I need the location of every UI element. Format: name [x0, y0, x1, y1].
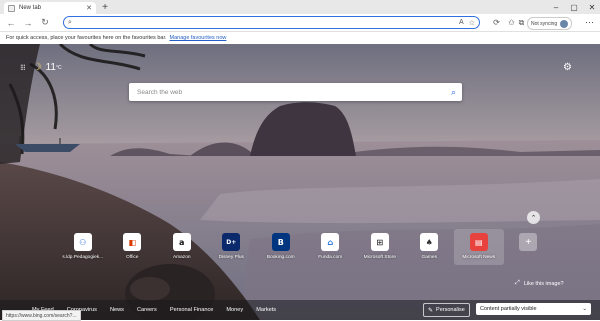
quick-link-label: Microsoft News [462, 255, 496, 260]
quick-link[interactable]: D+ Disney Plus [207, 229, 257, 265]
quick-link[interactable]: ⚇ s.ldp.Pedagogiek... [58, 229, 108, 265]
new-tab-button[interactable]: + [99, 2, 111, 13]
quick-link-label: Amazon [172, 255, 191, 260]
more-menu-icon[interactable]: ⋯ [583, 16, 596, 29]
tab-title: New tab [19, 5, 42, 11]
plus-icon: + [519, 233, 538, 251]
close-icon[interactable]: ✕ [86, 5, 92, 12]
favourites-bar-text: For quick access, place your favourites … [6, 35, 167, 41]
nav-money[interactable]: Money [226, 307, 243, 313]
nav-personal-finance[interactable]: Personal Finance [170, 307, 214, 313]
tab-page-icon [8, 4, 15, 12]
quick-link[interactable]: a Amazon [157, 229, 207, 265]
personalise-label: Personalise [436, 307, 465, 313]
search-input[interactable] [135, 87, 451, 97]
avatar [560, 19, 569, 28]
personalise-button[interactable]: ✎ Personalise [423, 303, 470, 317]
address-bar[interactable]: ⌕ A ☆ [63, 16, 480, 29]
profile-button[interactable]: Not syncing [527, 17, 573, 30]
weather-widget[interactable]: ⁝⁝⁝ ☽ 11 °C [20, 62, 62, 73]
amazon-icon: a [172, 233, 191, 251]
apps-grid-icon[interactable]: ⁝⁝⁝ [20, 63, 26, 72]
content-visibility-dropdown[interactable]: Content partially visible ⌄ [476, 303, 591, 315]
chevron-down-icon: ⌄ [582, 306, 587, 312]
booking-icon: B [271, 233, 290, 251]
tab-new-tab[interactable]: New tab ✕ [4, 2, 96, 14]
office-icon: ◧ [123, 233, 142, 251]
web-search-box[interactable]: ⌕ [129, 83, 462, 101]
temperature-unit: °C [56, 64, 62, 71]
favourites-bar-notice: For quick access, place your favourites … [0, 32, 600, 44]
browser-toolbar: ← → ↻ ⌕ A ☆ ⟳ ✩ ⧉ Not syncing ⋯ [0, 14, 600, 32]
maximize-button[interactable]: ▢ [566, 0, 582, 14]
quick-link-label: s.ldp.Pedagogiek... [62, 255, 104, 260]
forward-button[interactable]: → [21, 16, 35, 29]
pencil-icon: ✎ [428, 307, 434, 314]
profile-status-label: Not syncing [531, 20, 558, 27]
quick-links: ⚇ s.ldp.Pedagogiek... ◧ Office a Amazon … [58, 229, 553, 265]
quick-link-label: Booking.com [266, 255, 295, 260]
refresh-button[interactable]: ↻ [38, 16, 52, 29]
funda-icon: ⌂ [321, 233, 340, 251]
close-window-button[interactable]: ✕ [584, 0, 600, 14]
address-input[interactable] [75, 18, 460, 27]
quick-link-label: Funda.com [318, 255, 343, 260]
quick-link-label: Games [421, 255, 437, 260]
add-quick-link[interactable]: + [504, 229, 554, 265]
quick-link[interactable]: ⊞ Microsoft Store [355, 229, 405, 265]
like-image-link[interactable]: ⤢ Like this image? [515, 280, 564, 287]
quick-link-label: Disney Plus [218, 255, 244, 260]
gear-icon[interactable]: ⚙ [563, 62, 572, 73]
title-bar: New tab ✕ + – ▢ ✕ [0, 0, 600, 14]
nav-markets[interactable]: Markets [256, 307, 276, 313]
news-icon: ▤ [469, 233, 488, 251]
search-icon: ⌕ [68, 18, 72, 26]
quick-link[interactable]: ◧ Office [108, 229, 158, 265]
read-aloud-icon[interactable]: A [459, 19, 464, 27]
disney-icon: D+ [222, 233, 241, 251]
quick-link[interactable]: ⌂ Funda.com [306, 229, 356, 265]
status-bar-url: https://www.bing.com/search?... [2, 310, 81, 321]
temperature: 11 [45, 62, 56, 73]
content-visibility-label: Content partially visible [480, 306, 537, 312]
games-icon: ♠ [420, 233, 439, 251]
expand-icon: ⤢ [515, 280, 520, 286]
quick-link-label: Office [126, 255, 139, 260]
search-icon[interactable]: ⌕ [451, 87, 456, 98]
manage-favourites-link[interactable]: Manage favourites now [170, 35, 227, 41]
back-button[interactable]: ← [4, 16, 18, 29]
collapse-quick-links-button[interactable]: ⌃ [527, 211, 540, 224]
extension-icon[interactable]: ⟳ [490, 16, 503, 29]
minimize-button[interactable]: – [548, 0, 564, 14]
like-image-label: Like this image? [523, 280, 564, 287]
nav-news[interactable]: News [110, 307, 124, 313]
users-icon: ⚇ [73, 233, 92, 251]
quick-link[interactable]: B Booking.com [256, 229, 306, 265]
moon-icon: ☽ [32, 62, 42, 73]
quick-link-label: Microsoft Store [363, 255, 396, 260]
nav-careers[interactable]: Careers [137, 307, 157, 313]
quick-link[interactable]: ♠ Games [405, 229, 455, 265]
favourite-star-icon[interactable]: ☆ [469, 19, 475, 27]
store-icon: ⊞ [370, 233, 389, 251]
quick-link[interactable]: ▤ Microsoft News [454, 229, 504, 265]
